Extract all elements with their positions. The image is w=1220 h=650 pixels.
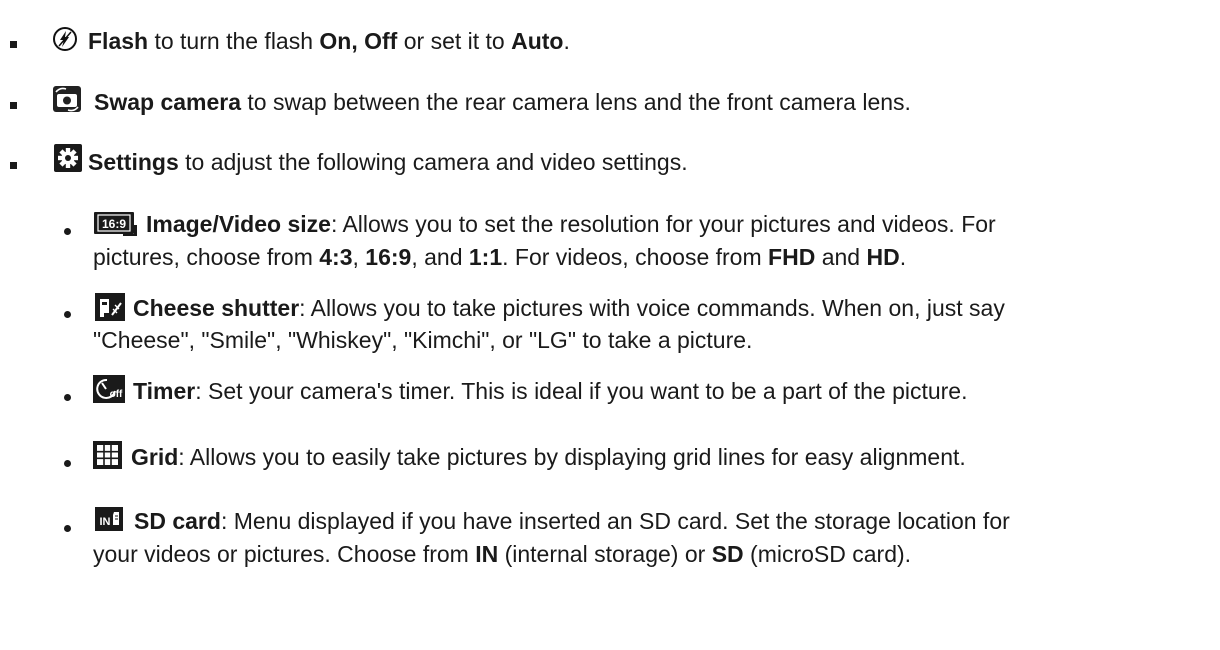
item-text: Swap camera to swap between the rear cam…: [94, 87, 911, 117]
bullet: [64, 460, 71, 467]
text-segment: to adjust the following camera and video…: [178, 149, 688, 175]
bold-term: On, Off: [319, 28, 398, 54]
bullet: [64, 394, 71, 401]
item-text-line-2: pictures, choose from 4:3, 16:9, and 1:1…: [93, 242, 906, 272]
bullet: [64, 311, 71, 318]
text-segment: . For videos, choose from: [502, 244, 769, 270]
bold-term: SD card: [134, 508, 221, 534]
bold-term: Auto: [511, 28, 564, 54]
text-segment: : Allows you to easily take pictures by …: [178, 444, 966, 470]
settings-gear-icon: [54, 144, 82, 172]
timer-off-icon: off: [93, 375, 125, 403]
text-segment: .: [563, 28, 570, 54]
item-text-line-1: Image/Video size: Allows you to set the …: [146, 209, 996, 239]
text-segment: "Cheese", "Smile", "Whiskey", "Kimchi", …: [93, 327, 753, 353]
bold-term: FHD: [768, 244, 816, 270]
item-text: Flash to turn the flash On, Off or set i…: [88, 26, 570, 56]
image-video-size-icon: 16:9: [93, 211, 137, 237]
text-segment: (internal storage) or: [498, 541, 712, 567]
item-text-line-1: Grid: Allows you to easily take pictures…: [131, 442, 966, 472]
text-segment: pictures, choose from: [93, 244, 320, 270]
bullet: [64, 525, 71, 532]
cheese-shutter-icon: [95, 293, 125, 321]
svg-text:IN: IN: [100, 516, 111, 528]
bold-term: 1:1: [468, 244, 503, 270]
text-segment: : Set your camera's timer. This is ideal…: [195, 378, 968, 404]
bold-term: Image/Video size: [146, 211, 331, 237]
text-segment: : Allows you to take pictures with voice…: [299, 295, 1005, 321]
item-text-line-2: "Cheese", "Smile", "Whiskey", "Kimchi", …: [93, 325, 752, 355]
bold-term: Grid: [131, 444, 179, 470]
bold-term: HD: [866, 244, 900, 270]
bold-term: 16:9: [365, 244, 412, 270]
text-segment: .: [899, 244, 907, 270]
svg-text:16:9: 16:9: [102, 217, 126, 231]
text-segment: (microSD card).: [743, 541, 912, 567]
sd-card-icon: IN: [95, 507, 123, 531]
item-text-line-1: Timer: Set your camera's timer. This is …: [133, 376, 968, 406]
text-segment: to turn the flash: [148, 28, 320, 54]
bold-term: Settings: [88, 149, 179, 175]
bullet: [10, 162, 17, 169]
flash-icon: [52, 26, 78, 52]
bold-term: Flash: [88, 28, 149, 54]
text-segment: , and: [411, 244, 469, 270]
item-text-line-2: your videos or pictures. Choose from IN …: [93, 539, 911, 569]
swap-camera-icon: [52, 85, 82, 113]
text-segment: to swap between the rear camera lens and…: [241, 89, 911, 115]
text-segment: : Menu displayed if you have inserted an…: [220, 508, 1010, 534]
bold-term: Timer: [133, 378, 196, 404]
item-text-line-1: SD card: Menu displayed if you have inse…: [134, 506, 1010, 536]
text-segment: or set it to: [397, 28, 512, 54]
svg-text:off: off: [110, 389, 123, 400]
text-segment: and: [815, 244, 867, 270]
bold-term: SD: [711, 541, 744, 567]
text-segment: ,: [352, 244, 366, 270]
item-text-line-1: Cheese shutter: Allows you to take pictu…: [133, 293, 1005, 323]
item-text: Settings to adjust the following camera …: [88, 147, 688, 177]
bold-term: Cheese shutter: [133, 295, 300, 321]
bullet: [10, 102, 17, 109]
text-segment: : Allows you to set the resolution for y…: [330, 211, 996, 237]
bullet: [10, 41, 17, 48]
bold-term: IN: [475, 541, 499, 567]
bold-term: 4:3: [319, 244, 353, 270]
bullet: [64, 228, 71, 235]
grid-icon: [93, 441, 122, 469]
text-segment: your videos or pictures. Choose from: [93, 541, 476, 567]
bold-term: Swap camera: [94, 89, 242, 115]
